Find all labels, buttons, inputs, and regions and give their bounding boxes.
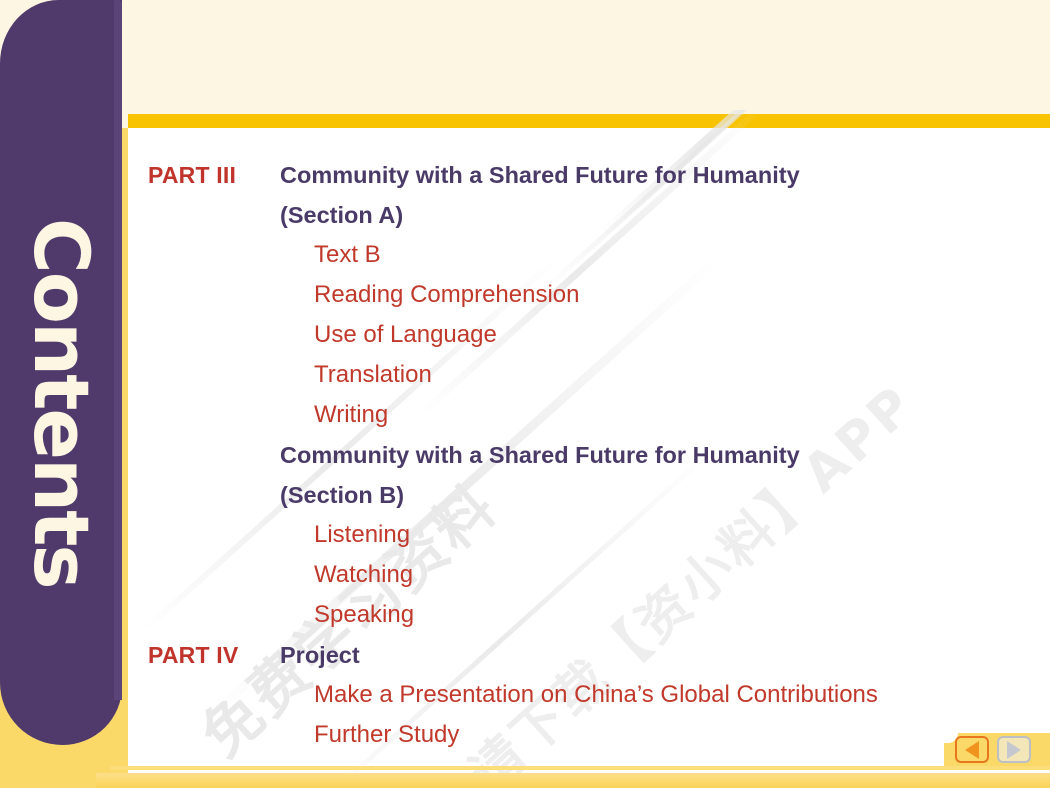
bottom-thin-rule <box>110 766 1050 770</box>
toc-part-title[interactable]: Project <box>280 635 360 675</box>
toc-item[interactable]: Speaking <box>314 595 1048 635</box>
toc-part-row: PART III Community with a Shared Future f… <box>148 155 1048 195</box>
table-of-contents: PART III Community with a Shared Future f… <box>148 155 1048 755</box>
top-cream-band <box>0 0 1050 114</box>
toc-item[interactable]: Text B <box>314 235 1048 275</box>
slide-canvas: 免费学习资料 请下载【资小料】APP Contents PART III Comm… <box>0 0 1050 788</box>
toc-item[interactable]: Further Study <box>314 715 1048 755</box>
toc-part-title[interactable]: Community with a Shared Future for Human… <box>280 155 800 195</box>
toc-item[interactable]: Make a Presentation on China’s Global Co… <box>314 675 1048 715</box>
toc-item[interactable]: Writing <box>314 395 1048 435</box>
toc-item[interactable]: Watching <box>314 555 1048 595</box>
gold-rule <box>128 114 1050 128</box>
bottom-yellow-band <box>96 773 1050 788</box>
toc-part-tag: PART III <box>148 162 237 188</box>
triangle-right-icon <box>1007 740 1021 759</box>
next-slide-button[interactable] <box>997 736 1031 763</box>
sidebar-panel: Contents <box>0 0 122 745</box>
toc-heading-line[interactable]: (Section B) <box>280 475 1048 515</box>
triangle-left-icon <box>965 740 979 759</box>
toc-part-tag: PART IV <box>148 642 239 668</box>
toc-item[interactable]: Listening <box>314 515 1048 555</box>
nav-buttons <box>955 736 1031 763</box>
toc-heading-line[interactable]: Community with a Shared Future for Human… <box>280 435 1048 475</box>
prev-slide-button[interactable] <box>955 736 989 763</box>
toc-item[interactable]: Use of Language <box>314 315 1048 355</box>
toc-heading-line[interactable]: (Section A) <box>280 195 1048 235</box>
sidebar-title-wrap: Contents <box>0 0 122 745</box>
toc-item[interactable]: Translation <box>314 355 1048 395</box>
toc-item[interactable]: Reading Comprehension <box>314 275 1048 315</box>
toc-part-row: PART IV Project <box>148 635 1048 675</box>
sidebar-title: Contents <box>17 217 106 588</box>
